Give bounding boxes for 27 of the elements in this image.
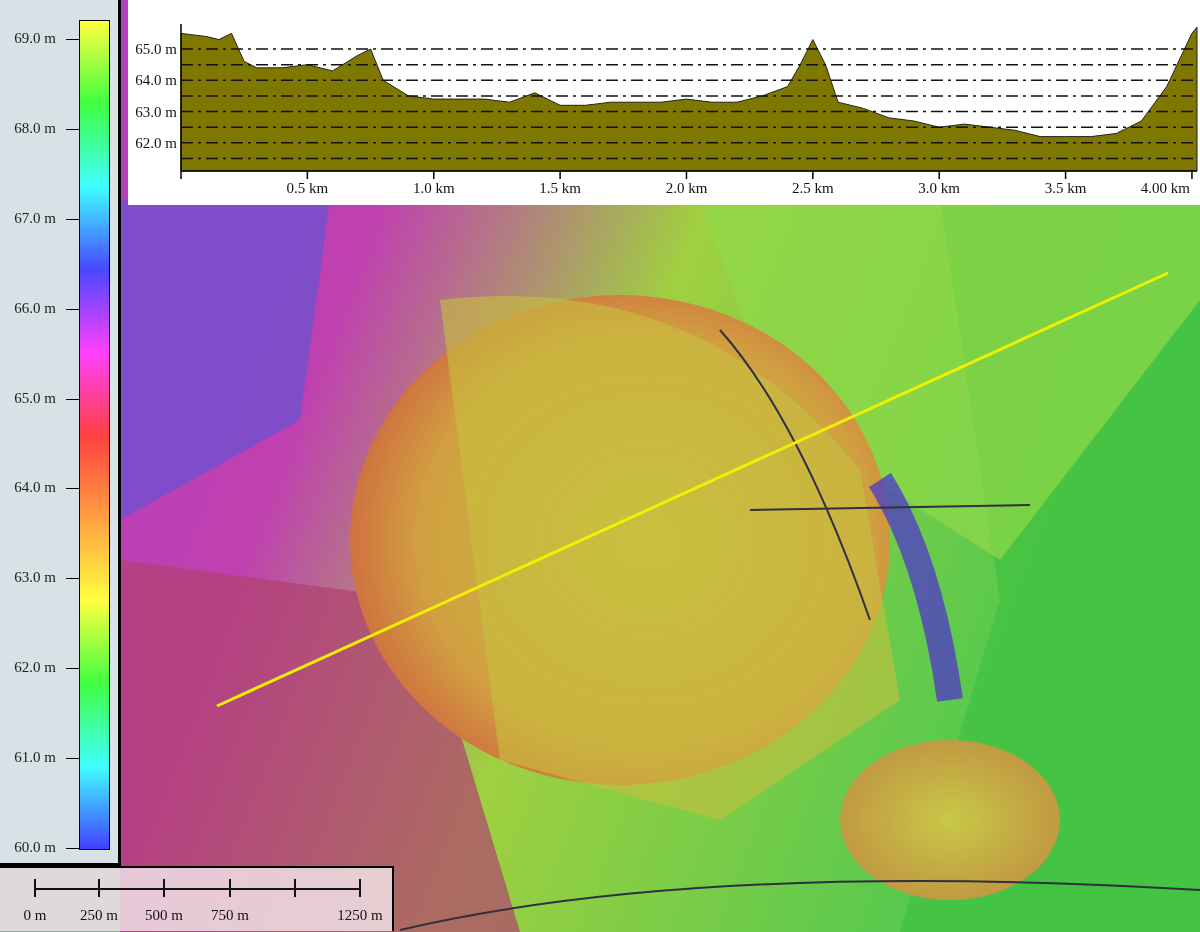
legend-label: 60.0 m: [13, 839, 56, 855]
axis-label: 2.5 km: [792, 180, 834, 196]
axis-label: 62.0 m: [135, 134, 177, 151]
legend-label: 64.0 m: [13, 479, 56, 496]
axis-label: 1.5 km: [539, 180, 581, 196]
axis-label: 63.0 m: [135, 103, 177, 120]
axis-label: 2.0 km: [665, 180, 708, 196]
axis-label: 3.5 km: [1044, 180, 1087, 196]
axis-label: 64.0 m: [135, 72, 177, 89]
axis-label: 0.5 km: [286, 180, 329, 196]
axis-label: 1.0 km: [412, 180, 455, 196]
axis-label: 4.00 km: [1140, 180, 1190, 196]
legend-label: 67.0 m: [13, 209, 56, 226]
axis-label: 65.0 m: [135, 41, 177, 57]
scale-label: 1250 m: [337, 907, 383, 924]
scale-label: 0 m: [23, 907, 47, 924]
scale-label: 500 m: [145, 907, 183, 924]
legend-label: 68.0 m: [13, 119, 56, 136]
legend-label: 61.0 m: [13, 749, 56, 766]
axis-label: 3.0 km: [918, 180, 961, 196]
legend-label: 62.0 m: [13, 659, 56, 676]
legend-label: 65.0 m: [13, 389, 56, 406]
scale-label: 750 m: [211, 907, 249, 924]
legend-label: 63.0 m: [13, 569, 56, 586]
legend-label: 66.0 m: [13, 299, 56, 316]
scale-label: 250 m: [80, 907, 118, 924]
legend-label: 69.0 m: [13, 30, 56, 46]
